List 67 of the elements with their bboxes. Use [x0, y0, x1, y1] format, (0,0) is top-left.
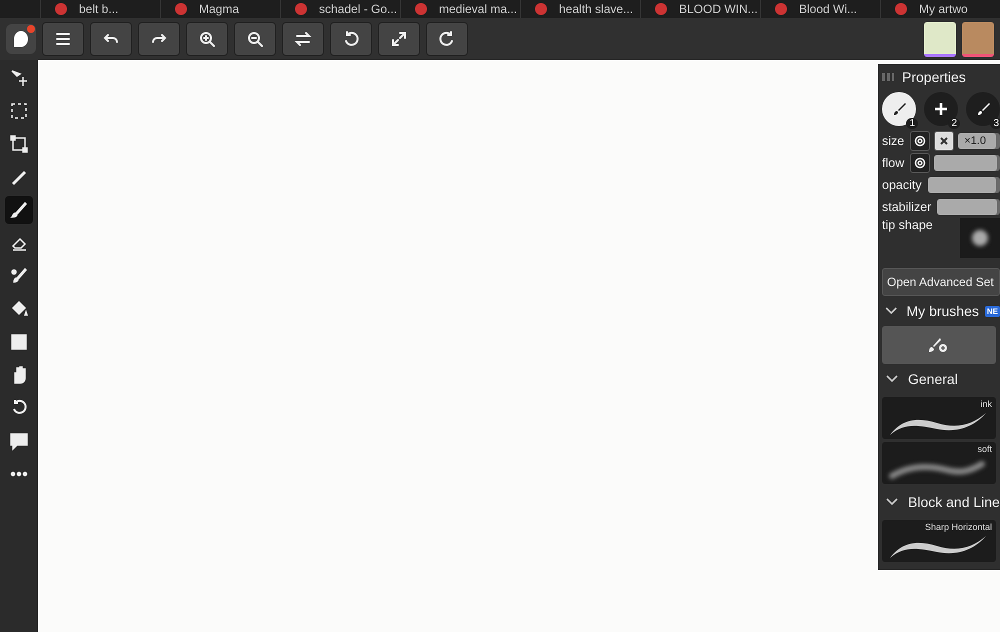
panel-title: Properties: [902, 69, 966, 85]
fullscreen-button[interactable]: [378, 22, 420, 56]
drag-handle-icon[interactable]: [882, 73, 894, 81]
brush-icon: [891, 101, 907, 117]
slider-value: ×1.0: [963, 135, 986, 147]
redo-circle-button[interactable]: [426, 22, 468, 56]
brush-preset[interactable]: soft: [882, 442, 996, 484]
section-header[interactable]: My brushes NE: [882, 296, 1000, 326]
app-logo-icon[interactable]: [6, 24, 36, 54]
brush-icon: [975, 101, 991, 117]
property-label: tip shape: [882, 218, 933, 232]
brush-plus-icon: [928, 337, 950, 353]
favicon-icon: [895, 3, 907, 15]
brush-slot[interactable]: 2: [924, 92, 958, 126]
advanced-settings-button[interactable]: Open Advanced Set: [882, 268, 1000, 296]
favicon-icon: [295, 3, 307, 15]
brush-preset[interactable]: ink: [882, 397, 996, 439]
section-header[interactable]: Block and Line: [882, 487, 1000, 517]
menu-icon: [54, 30, 72, 48]
avatar-thumbnail[interactable]: [962, 22, 994, 56]
chevron-icon: [884, 498, 900, 506]
brush-tool-icon[interactable]: [5, 196, 33, 224]
close-button[interactable]: [934, 131, 954, 151]
plus-icon: [933, 101, 949, 117]
property-slider[interactable]: ×1.0: [958, 133, 1000, 149]
rotate-left-icon: [342, 30, 360, 48]
property-label: size: [882, 134, 904, 148]
redo-button[interactable]: [138, 22, 180, 56]
property-label: flow: [882, 156, 904, 170]
zoom-in-icon: [198, 30, 216, 48]
zoom-out-icon: [246, 30, 264, 48]
rotate-left-button[interactable]: [330, 22, 372, 56]
pressure-toggle-button[interactable]: [910, 153, 930, 173]
favicon-icon: [415, 3, 427, 15]
brush-name: soft: [977, 444, 992, 454]
new-badge: NE: [984, 306, 1000, 316]
brush-slot[interactable]: 1: [882, 92, 916, 126]
property-label: opacity: [882, 178, 922, 192]
avatar-thumbnail[interactable]: [924, 22, 956, 56]
section-title: Block and Line: [908, 494, 1000, 510]
menu-button[interactable]: [42, 22, 84, 56]
undo-button[interactable]: [90, 22, 132, 56]
brush-preset[interactable]: Sharp Horizontal: [882, 520, 996, 562]
favicon-icon: [175, 3, 187, 15]
chevron-icon: [884, 307, 899, 315]
target-icon: [914, 135, 926, 147]
section-title: My brushes: [906, 303, 979, 319]
favicon-icon: [655, 3, 667, 15]
swap-button[interactable]: [282, 22, 324, 56]
favicon-icon: [775, 3, 787, 15]
tip-shape-preview[interactable]: [960, 218, 1000, 258]
property-label: stabilizer: [882, 200, 932, 214]
zoom-out-button[interactable]: [234, 22, 276, 56]
brush-name: Sharp Horizontal: [924, 522, 992, 532]
close-icon: [939, 136, 950, 146]
favicon-icon: [55, 3, 67, 15]
target-icon: [914, 157, 926, 169]
section-title: General: [908, 371, 958, 387]
pressure-toggle-button[interactable]: [910, 131, 930, 151]
swap-icon: [294, 30, 312, 48]
favicon-icon: [535, 3, 547, 15]
chevron-icon: [884, 375, 900, 383]
fullscreen-icon: [390, 30, 408, 48]
section-header[interactable]: General: [882, 364, 1000, 394]
brush-name: ink: [980, 399, 992, 409]
brush-slot[interactable]: 3: [966, 92, 1000, 126]
zoom-in-button[interactable]: [186, 22, 228, 56]
